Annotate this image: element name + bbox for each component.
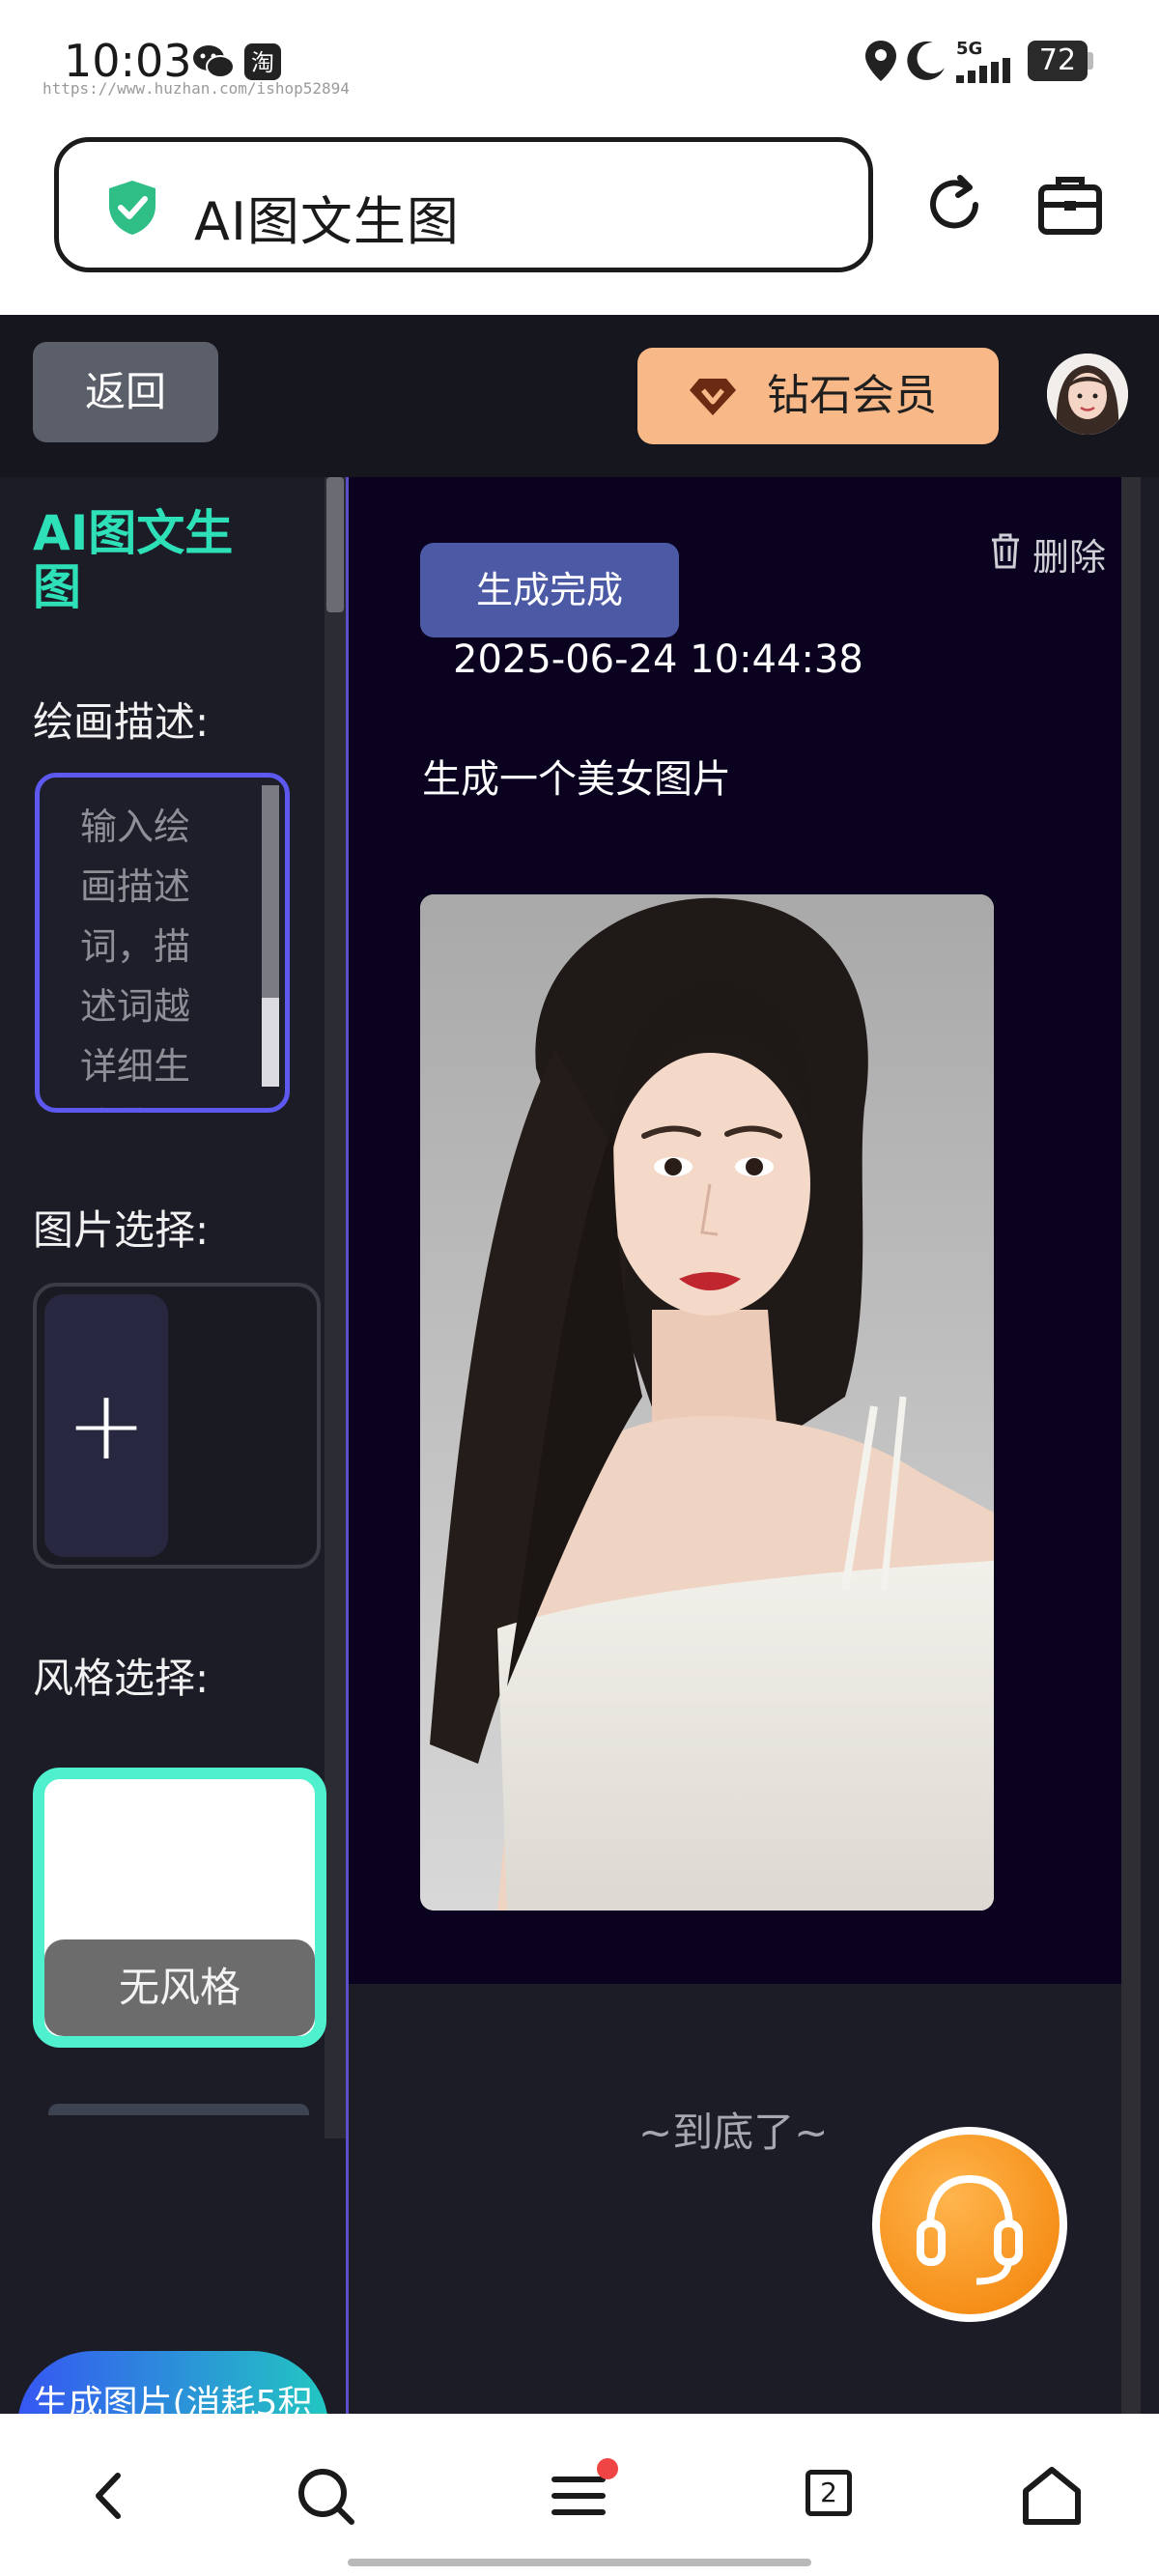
plus-icon: + bbox=[66, 1369, 147, 1482]
content-scrollbar[interactable] bbox=[1121, 477, 1141, 2414]
bottom-nav: 2 bbox=[0, 2414, 1159, 2576]
diamond-icon bbox=[690, 379, 736, 415]
trash-icon bbox=[992, 533, 1019, 569]
avatar[interactable] bbox=[1047, 354, 1128, 435]
image-select-label: 图片选择: bbox=[33, 1206, 210, 1254]
battery-icon: 72 bbox=[1028, 41, 1088, 81]
delete-label: 删除 bbox=[1032, 536, 1107, 579]
description-label: 绘画描述: bbox=[33, 698, 210, 746]
battery-tip bbox=[1088, 52, 1093, 70]
sidebar-title: AI图文生图 bbox=[33, 505, 234, 615]
app-topbar: 返回 钻石会员 bbox=[0, 315, 1159, 477]
style-option-next[interactable] bbox=[48, 2104, 309, 2115]
support-bubble bbox=[880, 2135, 1060, 2314]
result-timestamp: 2025-06-24 10:44:38 bbox=[453, 637, 863, 682]
address-title: AI图文生图 bbox=[194, 191, 460, 252]
shield-check-icon bbox=[109, 181, 155, 235]
briefcase-icon[interactable] bbox=[1035, 170, 1105, 240]
signal-icon bbox=[956, 58, 1010, 83]
battery-level: 72 bbox=[1038, 43, 1077, 77]
address-bar[interactable]: AI图文生图 bbox=[54, 137, 873, 272]
sidebar-scrollbar[interactable] bbox=[325, 477, 346, 2138]
sidebar-scroll-thumb[interactable] bbox=[326, 477, 344, 612]
location-icon bbox=[865, 41, 896, 81]
style-option-label: 无风格 bbox=[44, 1939, 315, 2036]
result-panel: 生成完成 删除 2025-06-24 10:44:38 生成一个美女图片 ~到底… bbox=[346, 477, 1159, 2414]
taobao-icon: 淘 bbox=[244, 43, 281, 80]
moon-icon bbox=[907, 41, 945, 80]
back-button[interactable]: 返回 bbox=[33, 342, 218, 442]
home-icon[interactable] bbox=[1018, 2462, 1086, 2530]
description-input[interactable]: 输入绘画描述词，描述词越详细生成的图片越好 bbox=[35, 773, 290, 1113]
style-select-label: 风格选择: bbox=[33, 1655, 210, 1702]
refresh-icon[interactable] bbox=[919, 170, 989, 240]
url-watermark: https://www.huzhan.com/ishop52894 bbox=[42, 79, 350, 98]
description-placeholder: 输入绘画描述词，描述词越详细生成的图片越好 bbox=[80, 806, 191, 1108]
status-badge: 生成完成 bbox=[420, 543, 679, 637]
add-image-button[interactable]: + bbox=[44, 1294, 168, 1557]
result-card: 生成完成 删除 2025-06-24 10:44:38 生成一个美女图片 bbox=[349, 477, 1121, 1984]
app-container: 返回 钻石会员 AI图文生图 绘画描述: 输入绘画描述词，描述词越详细生 图片选… bbox=[0, 315, 1159, 2414]
vip-label: 钻石会员 bbox=[767, 371, 937, 420]
vip-button[interactable]: 钻石会员 bbox=[637, 348, 999, 444]
back-icon[interactable] bbox=[75, 2462, 143, 2530]
result-prompt: 生成一个美女图片 bbox=[422, 757, 731, 802]
generated-image[interactable] bbox=[420, 894, 994, 1911]
avatar-image bbox=[1047, 354, 1128, 435]
wechat-icon bbox=[193, 45, 235, 78]
status-bar: 10:03 淘 https://www.huzhan.com/ishop5289… bbox=[0, 0, 1159, 116]
generate-button[interactable]: 生成图片(消耗5积分) bbox=[17, 2351, 328, 2414]
headset-icon bbox=[917, 2174, 1023, 2285]
customer-service-button[interactable] bbox=[872, 2127, 1067, 2322]
tabs-icon[interactable]: 2 bbox=[798, 2462, 865, 2530]
style-option-none[interactable]: 无风格 bbox=[33, 1768, 326, 2048]
home-indicator[interactable] bbox=[348, 2559, 811, 2566]
svg-text:淘: 淘 bbox=[251, 49, 274, 76]
search-icon[interactable] bbox=[292, 2462, 359, 2530]
image-select-area: + bbox=[33, 1283, 321, 1569]
notification-dot bbox=[597, 2458, 618, 2479]
generated-portrait bbox=[420, 894, 994, 1911]
network-type: 5G bbox=[956, 39, 983, 59]
sidebar: AI图文生图 绘画描述: 输入绘画描述词，描述词越详细生成的图片越好 图片选择:… bbox=[0, 477, 346, 2414]
end-of-list-text: ~到底了~ bbox=[638, 2109, 829, 2156]
tab-count: 2 bbox=[806, 2470, 852, 2516]
description-scroll-thumb[interactable] bbox=[262, 785, 279, 998]
